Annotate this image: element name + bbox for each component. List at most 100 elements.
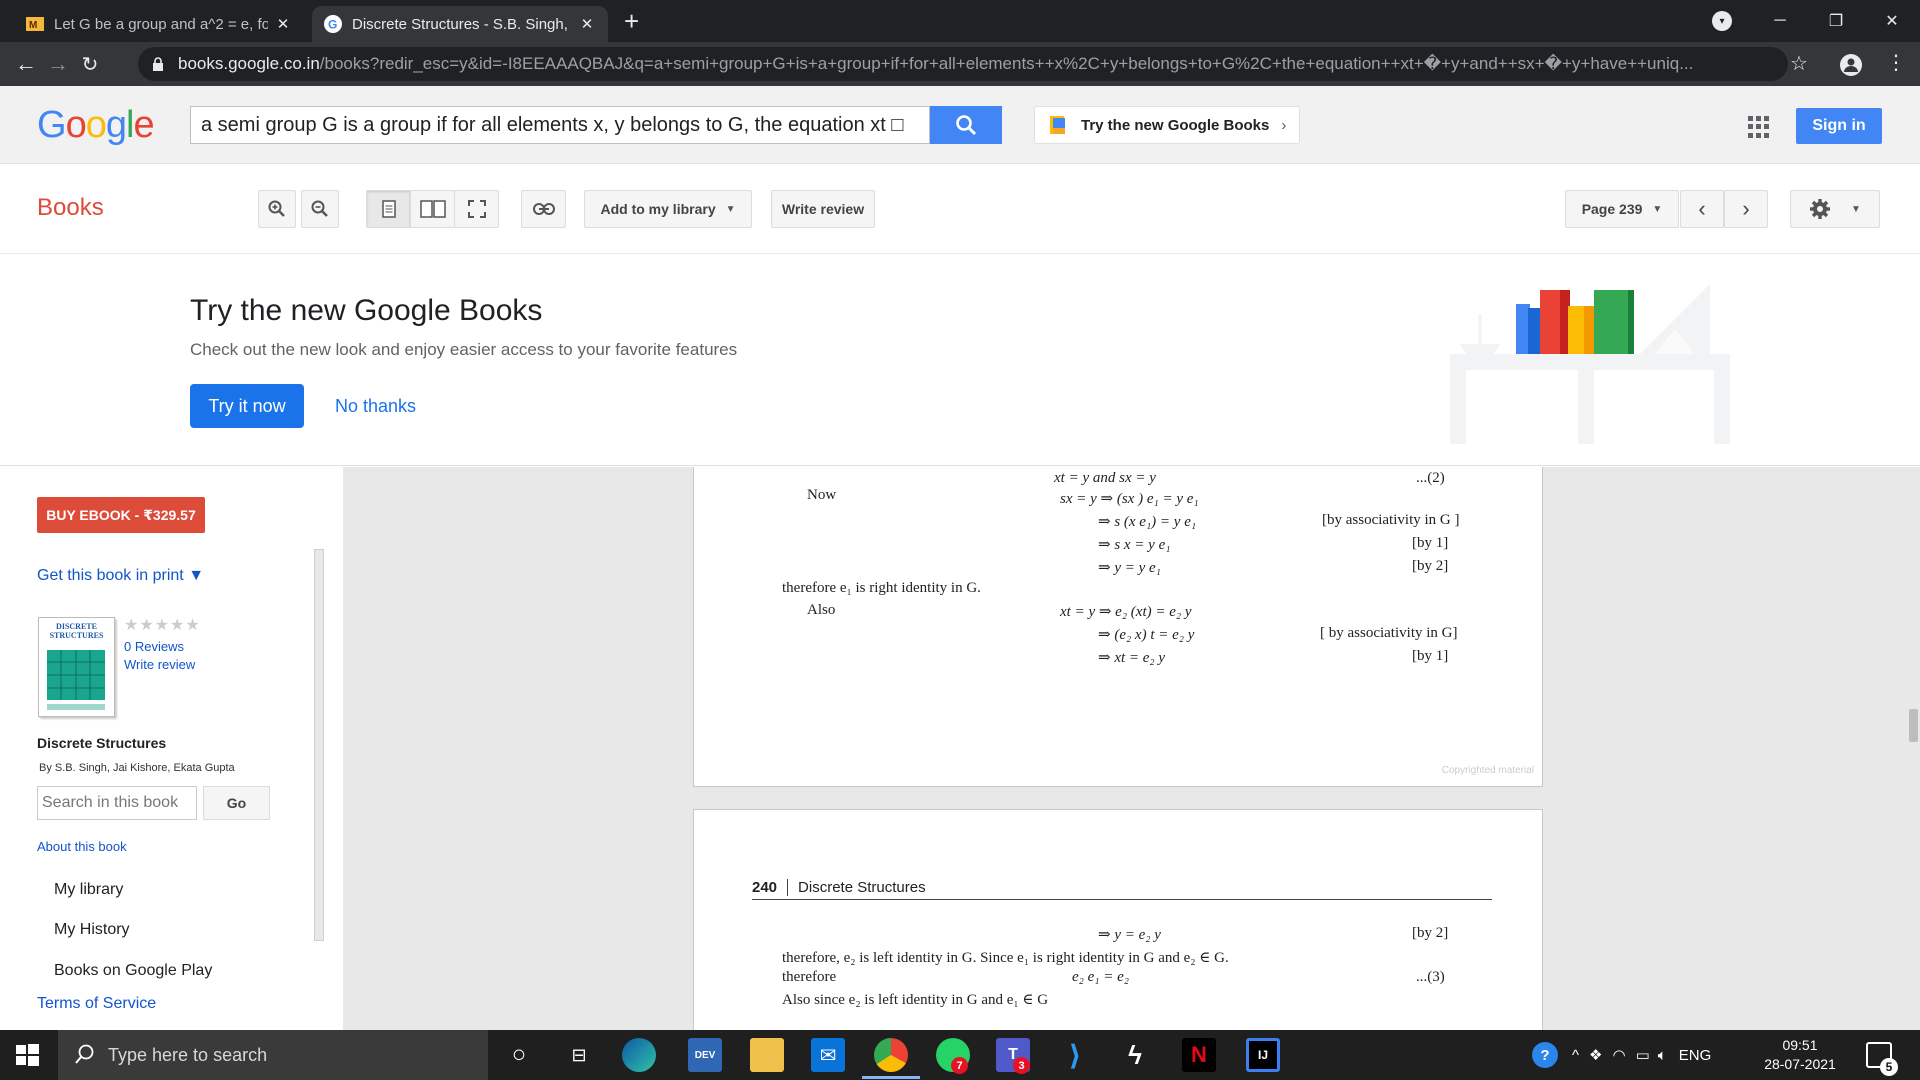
chrome-icon[interactable] (874, 1038, 908, 1072)
rating-stars: ★★★★★ (124, 617, 201, 634)
tab-close-icon[interactable]: ✕ (578, 15, 596, 33)
body-text: therefore e₁ is right identity in G. (782, 580, 981, 596)
promo-subtitle: Check out the new look and enjoy easier … (190, 340, 738, 359)
battery-icon[interactable]: ▭ (1636, 1046, 1650, 1064)
page-selector[interactable]: Page 239 ▼ (1565, 190, 1679, 228)
write-review-button[interactable]: Write review (771, 190, 875, 228)
back-icon[interactable]: ← (12, 50, 40, 78)
forward-icon[interactable]: → (44, 50, 72, 78)
url-host: books.google.co.in (178, 54, 320, 73)
book-viewer[interactable]: xt = y and sx = y ...(2) Now sx = y ⇒ (s… (343, 467, 1920, 1030)
task-view-icon[interactable]: ⊟ (562, 1038, 596, 1072)
settings-button[interactable]: ▼ (1790, 190, 1880, 228)
tab-close-icon[interactable]: ✕ (274, 15, 292, 33)
language-indicator[interactable]: ENG (1679, 1047, 1712, 1064)
url-path: /books?redir_esc=y&id=-I8EEAAAQBAJ&q=a+s… (319, 54, 1694, 73)
sidebar-scrollbar[interactable] (314, 549, 324, 941)
vscode-icon[interactable]: ⟩ (1058, 1038, 1092, 1072)
single-page-button[interactable] (366, 190, 411, 228)
apps-grid-icon[interactable] (1748, 116, 1770, 138)
justification-note: [by 2] (1412, 558, 1449, 574)
tab-search-icon[interactable]: ▾ (1712, 11, 1732, 31)
zoom-out-button[interactable] (301, 190, 339, 228)
search-button[interactable] (930, 106, 1002, 144)
fullscreen-button[interactable] (454, 190, 499, 228)
tab-discrete-structures[interactable]: G Discrete Structures - S.B. Singh, J ✕ (312, 6, 608, 42)
help-icon[interactable]: ? (1532, 1042, 1558, 1068)
edge-icon[interactable] (622, 1038, 656, 1072)
svg-text:M: M (29, 20, 37, 31)
wifi-icon[interactable]: ◠ (1613, 1046, 1626, 1064)
no-thanks-link[interactable]: No thanks (335, 396, 416, 417)
zoom-in-button[interactable] (258, 190, 296, 228)
svg-text:G: G (328, 18, 337, 32)
try-new-books-button[interactable]: Try the new Google Books › (1034, 106, 1300, 144)
books-title[interactable]: Books (37, 194, 104, 222)
new-tab-icon[interactable]: + (624, 7, 639, 35)
close-window-icon[interactable]: ✕ (1864, 0, 1920, 42)
chevron-left-icon: ‹ (1698, 196, 1706, 221)
sign-in-button[interactable]: Sign in (1796, 108, 1882, 144)
prev-page-button[interactable]: ‹ (1680, 190, 1724, 228)
tab-let-g-group[interactable]: M Let G be a group and a^2 = e, fo ✕ (14, 6, 304, 42)
volume-icon[interactable]: 🔈︎ (1658, 1047, 1667, 1064)
search-go-button[interactable]: Go (203, 786, 270, 820)
math-line: ⇒ s (x e₁) = y e₁ (1098, 514, 1197, 530)
taskbar-search-input[interactable]: Type here to search (58, 1030, 488, 1080)
my-library-link[interactable]: My library (54, 881, 123, 899)
chevron-right-icon: › (1281, 116, 1287, 134)
terms-of-service-link[interactable]: Terms of Service (37, 995, 156, 1013)
my-history-link[interactable]: My History (54, 921, 130, 939)
math-line: ⇒ xt = e₂ y (1098, 650, 1166, 666)
active-app-indicator (862, 1076, 920, 1079)
netflix-icon[interactable]: N (1182, 1038, 1216, 1072)
search-input[interactable]: a semi group G is a group if for all ele… (190, 106, 930, 144)
file-explorer-icon[interactable] (750, 1038, 784, 1072)
text-label: Also (807, 602, 836, 618)
next-page-button[interactable]: › (1724, 190, 1768, 228)
math-line: ⇒ s x = y e₁ (1098, 537, 1171, 553)
gear-icon (1810, 199, 1831, 219)
chevron-up-icon[interactable]: ^ (1572, 1047, 1579, 1064)
dropbox-icon[interactable]: ❖ (1589, 1046, 1602, 1064)
copyright-notice: Copyrighted material (1441, 765, 1534, 776)
url-input[interactable]: books.google.co.in/books?redir_esc=y&id=… (138, 47, 1788, 81)
mathmaniac-favicon-icon: M (26, 17, 44, 31)
two-page-icon (419, 200, 446, 218)
bookmark-star-icon[interactable]: ☆ (1790, 51, 1808, 76)
viewer-scrollbar-thumb[interactable] (1909, 709, 1918, 742)
reviews-link[interactable]: 0 Reviews (124, 639, 184, 654)
fullscreen-icon (467, 200, 486, 218)
intellij-icon[interactable]: IJ (1246, 1038, 1280, 1072)
books-toolbar: Books Add to my library ▼ Write review Pa… (0, 164, 1920, 254)
book-cover[interactable]: DISCRETE STRUCTURES (38, 617, 115, 717)
reload-icon[interactable]: ↻ (76, 50, 104, 78)
profile-icon[interactable] (1840, 54, 1862, 76)
google-play-link[interactable]: Books on Google Play (54, 962, 212, 980)
mail-icon[interactable]: ✉ (811, 1038, 845, 1072)
chevron-right-icon: › (1742, 196, 1750, 221)
windows-start-icon[interactable] (14, 1042, 40, 1068)
page-selector-label: Page 239 (1581, 201, 1643, 217)
cortana-icon[interactable]: ○ (502, 1038, 536, 1072)
bolt-app-icon[interactable]: ϟ (1118, 1038, 1152, 1072)
about-book-link[interactable]: About this book (37, 839, 127, 854)
search-in-book-input[interactable]: Search in this book (37, 786, 197, 820)
body-text: Also since e₂ is left identity in G and … (782, 992, 1049, 1008)
get-in-print-link[interactable]: Get this book in print ▼ (37, 567, 204, 585)
link-button[interactable] (521, 190, 566, 228)
minimize-icon[interactable]: ─ (1752, 0, 1808, 42)
tab-title: Let G be a group and a^2 = e, fo (54, 15, 268, 33)
math-line: ⇒ (e₂ x) t = e₂ y (1098, 627, 1195, 643)
clock[interactable]: 09:51 28-07-2021 (1752, 1036, 1848, 1074)
buy-ebook-button[interactable]: BUY EBOOK - ₹329.57 (37, 497, 205, 533)
write-review-link[interactable]: Write review (124, 657, 195, 672)
devc-icon[interactable]: DEV (688, 1038, 722, 1072)
try-it-now-button[interactable]: Try it now (190, 384, 304, 428)
add-to-library-button[interactable]: Add to my library ▼ (584, 190, 752, 228)
restore-icon[interactable]: ❐ (1808, 0, 1864, 42)
google-logo[interactable]: Google (37, 104, 155, 147)
browser-menu-icon[interactable]: ⋮ (1886, 50, 1906, 75)
two-page-button[interactable] (410, 190, 455, 228)
justification-note: [ by associativity in G] (1320, 625, 1458, 641)
